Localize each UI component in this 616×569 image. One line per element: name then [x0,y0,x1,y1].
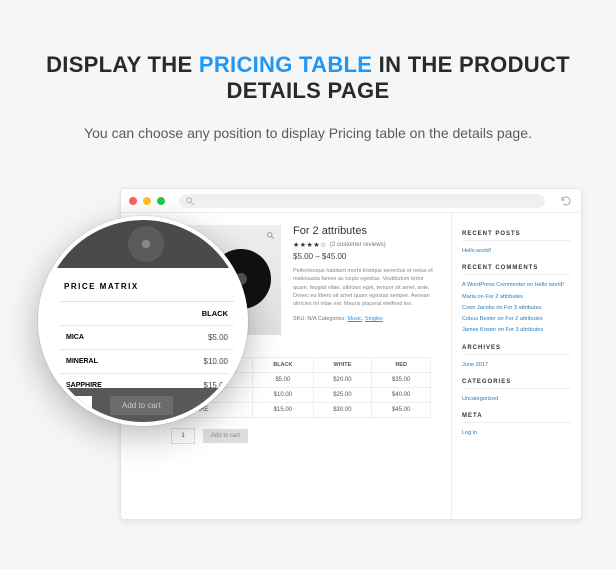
rating-stars: ★★★★☆ [293,241,327,249]
list-item[interactable]: June 2017 [462,360,571,371]
vinyl-disc-graphic [128,226,164,262]
headline-accent: PRICING TABLE [199,52,372,77]
price-matrix-heading: PRICE MATRIX [60,268,234,302]
product-title: For 2 attributes [293,225,437,237]
window-minimize-icon [143,197,151,205]
sidebar-heading: ARCHIVES [462,345,571,355]
list-item[interactable]: Uncategorized [462,394,571,405]
list-item[interactable]: Maria on For 2 attributes [462,292,571,303]
price-cell: $35.00 [372,373,431,388]
price-cell: $30.00 [313,403,372,418]
price-cell: $5.00 [253,373,313,388]
table-header: BLACK [253,358,313,373]
price-cell: $5.00 [157,326,234,350]
table-header: BLACK [157,302,234,326]
sidebar-heading: RECENT POSTS [462,231,571,241]
quantity-input[interactable]: 1 [72,396,92,414]
sidebar-heading: CATEGORIES [462,379,571,389]
image-zoom-button[interactable] [266,231,275,242]
categories-label: Categories: [318,316,346,322]
sku: SKU: N/A [293,316,316,322]
product-meta: SKU: N/A Categories: Music, Singles [293,316,437,322]
price-cell: $45.00 [372,403,431,418]
price-cell: $10.00 [157,350,234,374]
category-link[interactable]: Music [347,316,361,322]
zoom-lens: PRICE MATRIX BLACK MICA $5.00 MINERAL [38,216,248,426]
browser-titlebar [121,189,581,213]
row-label: MICA [60,326,157,350]
table-row: MINERAL $10.00 [60,350,234,374]
add-to-cart-button[interactable]: Add to cart [110,396,173,415]
row-label: MINERAL [60,350,157,374]
reload-icon [560,195,572,207]
url-bar[interactable] [179,194,545,208]
price-cell: $10.00 [253,388,313,403]
subtext: You can choose any position to display P… [0,125,616,141]
price-cell: $25.00 [313,388,372,403]
list-item[interactable]: Cobus Bester on For 2 attributes [462,314,571,325]
table-row: MICA $5.00 [60,326,234,350]
sidebar: RECENT POSTS Hello world! RECENT COMMENT… [451,213,581,519]
search-icon [185,196,195,206]
price-cell: $15.00 [253,403,313,418]
magnify-icon [266,231,275,240]
list-item[interactable]: A WordPress Commenter on Hello world! [462,280,571,291]
table-header: RED [372,358,431,373]
quantity-input[interactable]: 1 [171,428,195,444]
sidebar-heading: RECENT COMMENTS [462,265,571,275]
window-zoom-icon [157,197,165,205]
reload-button[interactable] [559,195,573,207]
headline: DISPLAY THE PRICING TABLE IN THE PRODUCT… [0,52,616,105]
headline-pre: DISPLAY THE [46,52,199,77]
add-to-cart-button[interactable]: Add to cart [203,429,248,443]
list-item[interactable]: James Koster on For 3 attributes [462,325,571,336]
pricing-table-zoom: BLACK MICA $5.00 MINERAL $10.00 SAPPHIRE [60,302,234,398]
window-close-icon [129,197,137,205]
reviews-link[interactable]: (2 customer reviews) [330,242,386,248]
product-description: Pellentesque habitant morbi tristique se… [293,267,437,308]
list-item[interactable]: Coen Jacobs on For 3 attributes [462,303,571,314]
price-cell: $20.00 [313,373,372,388]
price-range: $5.00 – $45.00 [293,252,437,261]
list-item[interactable]: Hello world! [462,246,571,257]
list-item[interactable]: Log in [462,428,571,439]
category-link[interactable]: Singles [365,316,383,322]
sidebar-heading: META [462,413,571,423]
table-header: WHITE [313,358,372,373]
price-cell: $40.00 [372,388,431,403]
